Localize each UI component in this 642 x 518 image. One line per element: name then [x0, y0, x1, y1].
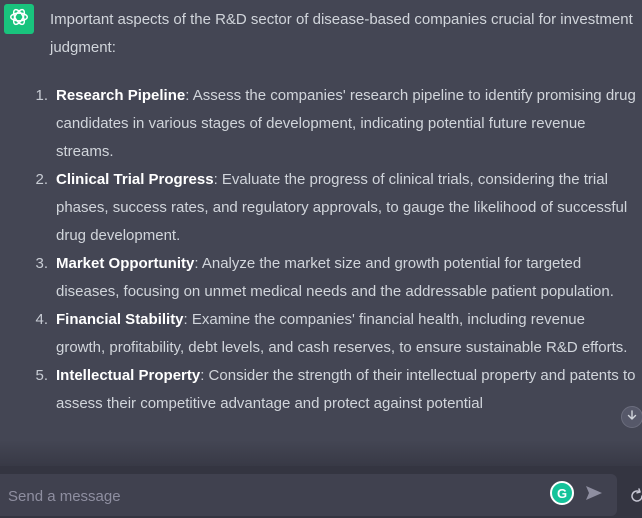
list-item-term: Financial Stability — [56, 311, 184, 328]
list-item: 5. Intellectual Property: Consider the st… — [35, 362, 636, 418]
send-icon — [585, 485, 603, 506]
assistant-message: Important aspects of the R&D sector of d… — [0, 0, 642, 466]
list-item: 4. Financial Stability: Examine the compa… — [35, 306, 636, 362]
list-item-term: Clinical Trial Progress — [56, 171, 214, 188]
message-intro: Important aspects of the R&D sector of d… — [50, 11, 633, 56]
list-item: 3. Market Opportunity: Analyze the market… — [35, 250, 636, 306]
grammarly-button[interactable]: G — [550, 481, 574, 505]
list-item: 2. Clinical Trial Progress: Evaluate the … — [35, 166, 636, 250]
grammarly-icon: G — [556, 485, 568, 501]
message-content: Important aspects of the R&D sector of d… — [35, 6, 636, 418]
openai-logo-icon — [8, 6, 30, 33]
list-item-number: 4. — [35, 311, 48, 328]
refresh-icon[interactable] — [628, 487, 642, 505]
scroll-to-bottom-button[interactable] — [621, 406, 642, 428]
message-composer[interactable] — [0, 474, 617, 516]
message-input[interactable] — [8, 485, 528, 507]
list-item-term: Research Pipeline — [56, 87, 186, 104]
list-item-term: Intellectual Property — [56, 367, 201, 384]
assistant-avatar — [4, 4, 34, 34]
chat-page: Important aspects of the R&D sector of d… — [0, 0, 642, 518]
aspects-list: 1. Research Pipeline: Assess the companie… — [35, 82, 636, 418]
send-button[interactable] — [583, 485, 605, 505]
list-item-number: 1. — [35, 87, 48, 104]
list-item-term: Market Opportunity — [56, 255, 195, 272]
list-item: 1. Research Pipeline: Assess the companie… — [35, 82, 636, 166]
arrow-down-icon — [626, 408, 638, 426]
list-item-number: 3. — [35, 255, 48, 272]
list-item-number: 5. — [35, 367, 48, 384]
list-item-number: 2. — [35, 171, 48, 188]
